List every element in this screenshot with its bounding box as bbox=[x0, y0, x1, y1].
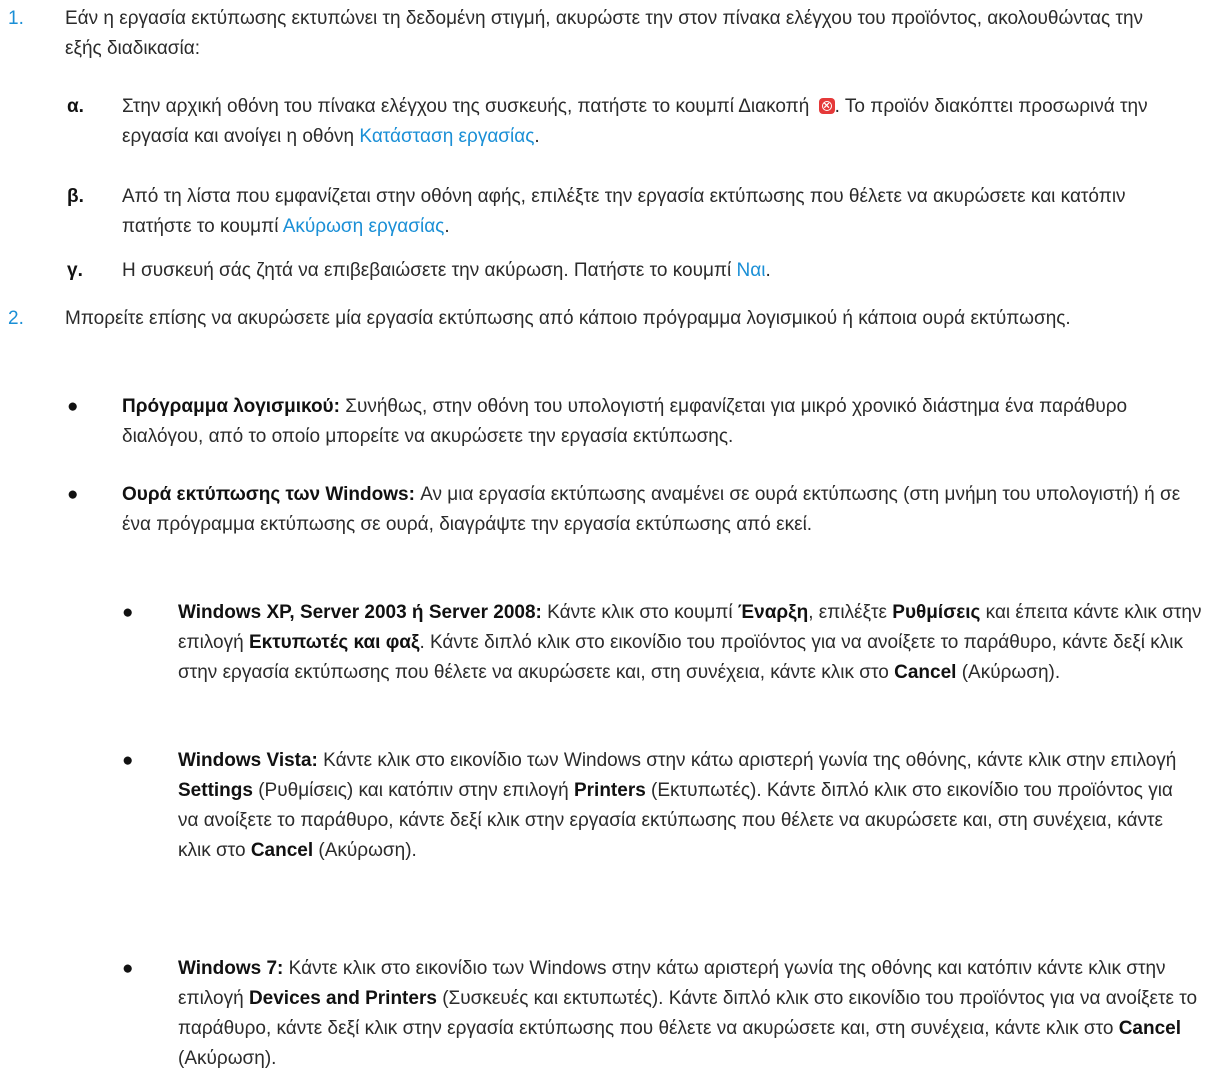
yes-button-label: Ναι bbox=[736, 260, 766, 281]
windows-7-label: Windows 7: bbox=[178, 958, 284, 979]
substep-b-part1: Από τη λίστα που εμφανίζεται στην οθόνη … bbox=[122, 186, 1126, 237]
windows-vista-text: Windows Vista: Κάντε κλικ στο εικονίδιο … bbox=[178, 746, 1198, 866]
substep-a-part3: . bbox=[534, 126, 540, 147]
substep-a-part1: Στην αρχική οθόνη του πίνακα ελέγχου της… bbox=[122, 96, 815, 117]
substep-b-part2: . bbox=[444, 216, 450, 237]
bullet-icon: ● bbox=[122, 750, 134, 771]
bullet-icon: ● bbox=[122, 958, 134, 979]
job-status-screen-label: Κατάσταση εργασίας bbox=[359, 126, 535, 147]
text-run: , επιλέξτε bbox=[808, 602, 893, 623]
text-run: Κάντε κλικ στο κουμπί bbox=[541, 602, 738, 623]
substep-c-part1: Η συσκευή σάς ζητά να επιβεβαιώσετε την … bbox=[122, 260, 737, 281]
bullet-icon: ● bbox=[122, 602, 134, 623]
windows-7-text: Windows 7: Κάντε κλικ στο εικονίδιο των … bbox=[178, 954, 1203, 1074]
text-run: (Ρυθμίσεις) και κατόπιν στην επιλογή bbox=[252, 780, 574, 801]
bullet-icon: ● bbox=[67, 396, 79, 417]
print-queue-label: Ουρά εκτύπωσης των Windows: bbox=[122, 484, 415, 505]
substep-label: γ. bbox=[67, 260, 83, 281]
text-run: (Ακύρωση). bbox=[313, 840, 417, 861]
text-run: Κάντε κλικ στο εικονίδιο των Windows στη… bbox=[317, 750, 1177, 771]
devices-and-printers-label: Devices and Printers bbox=[248, 988, 437, 1009]
windows-vista-label: Windows Vista: bbox=[178, 750, 318, 771]
substep-label: β. bbox=[67, 186, 84, 207]
stop-cancel-icon bbox=[818, 91, 835, 121]
software-program-text: Πρόγραμμα λογισμικού: Συνήθως, στην οθόν… bbox=[122, 392, 1197, 452]
substep-b-text: Από τη λίστα που εμφανίζεται στην οθόνη … bbox=[122, 182, 1187, 242]
substep-c-part2: . bbox=[765, 260, 771, 281]
substep-c-text: Η συσκευή σάς ζητά να επιβεβαιώσετε την … bbox=[122, 256, 1182, 286]
cancel-label: Cancel bbox=[894, 662, 957, 683]
step-number: 1. bbox=[8, 8, 24, 29]
print-queue-text: Ουρά εκτύπωσης των Windows: Αν μια εργασ… bbox=[122, 480, 1182, 540]
printers-label: Printers bbox=[573, 780, 646, 801]
start-label: Έναρξη bbox=[737, 602, 809, 623]
substep-a-text: Στην αρχική οθόνη του πίνακα ελέγχου της… bbox=[122, 91, 1182, 152]
windows-xp-label: Windows XP, Server 2003 ή Server 2008: bbox=[178, 602, 542, 623]
text-run: (Ακύρωση). bbox=[956, 662, 1061, 683]
windows-xp-text: Windows XP, Server 2003 ή Server 2008: Κ… bbox=[178, 598, 1203, 688]
printers-and-faxes-label: Εκτυπωτές και φαξ bbox=[248, 632, 420, 653]
cancel-job-button-label: Ακύρωση εργασίας bbox=[282, 216, 445, 237]
cancel-label: Cancel bbox=[250, 840, 314, 861]
document-page: 1. Εάν η εργασία εκτύπωσης εκτυπώνει τη … bbox=[0, 0, 1209, 1087]
settings-label: Ρυθμίσεις bbox=[892, 602, 981, 623]
cancel-label: Cancel bbox=[1118, 1018, 1181, 1039]
text-run: (Ακύρωση). bbox=[178, 1048, 277, 1069]
software-program-label: Πρόγραμμα λογισμικού: bbox=[122, 396, 340, 417]
settings-label: Settings bbox=[178, 780, 253, 801]
step-1-text: Εάν η εργασία εκτύπωσης εκτυπώνει τη δεδ… bbox=[65, 8, 1144, 59]
step-2-text: Μπορείτε επίσης να ακυρώσετε μία εργασία… bbox=[65, 308, 1071, 329]
step-number: 2. bbox=[8, 308, 24, 329]
substep-label: α. bbox=[67, 96, 84, 117]
bullet-icon: ● bbox=[67, 484, 79, 505]
